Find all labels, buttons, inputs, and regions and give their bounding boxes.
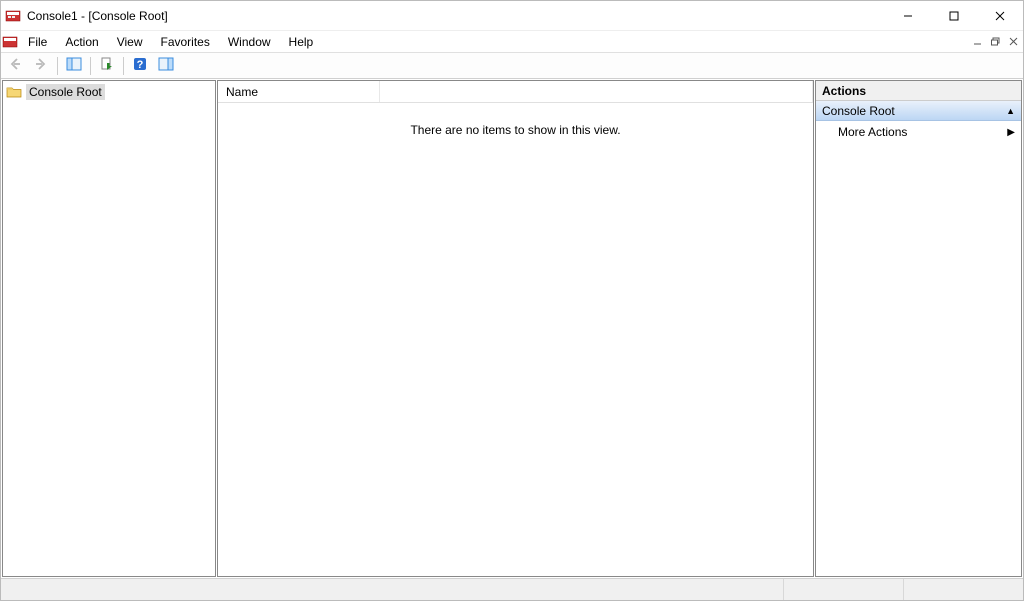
column-header-name[interactable]: Name [218,81,380,102]
tree-node-console-root[interactable]: Console Root [3,83,215,101]
menubar-row: File Action View Favorites Window Help [1,31,1023,53]
show-hide-tree-button[interactable] [62,55,86,77]
tree-pane-icon [66,57,82,74]
status-segment-2 [783,579,903,600]
toolbar-separator [90,57,91,75]
list-header: Name [218,81,813,103]
arrow-right-icon [34,57,48,74]
action-item-label: More Actions [838,125,907,139]
mmc-window: Console1 - [Console Root] File Action Vi… [0,0,1024,601]
actions-pane-title: Actions [816,81,1021,101]
content-area: Console Root Name There are no items to … [1,79,1023,578]
mdi-close-button[interactable] [1005,34,1021,50]
menu-favorites[interactable]: Favorites [152,33,219,51]
mdi-restore-button[interactable] [987,34,1003,50]
menu-window[interactable]: Window [219,33,280,51]
folder-icon [6,84,22,100]
help-icon: ? [133,57,147,74]
mdi-doc-icon[interactable] [1,31,19,52]
empty-list-message: There are no items to show in this view. [410,123,620,137]
actions-section-label: Console Root [822,104,895,118]
window-title: Console1 - [Console Root] [27,9,168,23]
svg-text:?: ? [137,59,144,71]
action-pane-icon [158,57,174,74]
column-header-spacer [380,81,813,102]
menu-view[interactable]: View [108,33,152,51]
menu-action[interactable]: Action [56,33,107,51]
status-segment-3 [903,579,1023,600]
statusbar [1,578,1023,600]
menubar: File Action View Favorites Window Help [19,31,322,52]
menu-help[interactable]: Help [280,33,323,51]
actions-pane: Actions Console Root ▲ More Actions ▶ [815,80,1022,577]
console-tree-pane[interactable]: Console Root [2,80,216,577]
action-more-actions[interactable]: More Actions ▶ [816,121,1021,143]
tree-node-label: Console Root [26,84,105,100]
export-icon [100,57,114,74]
show-hide-action-pane-button[interactable] [154,55,178,77]
mdi-minimize-button[interactable] [969,34,985,50]
mmc-app-icon [5,8,21,24]
status-segment-main [1,579,783,600]
menu-file[interactable]: File [19,33,56,51]
back-button[interactable] [3,55,27,77]
chevron-right-icon: ▶ [1007,127,1015,138]
toolbar: ? [1,53,1023,79]
close-button[interactable] [977,1,1023,31]
result-list-pane[interactable]: Name There are no items to show in this … [217,80,814,577]
titlebar[interactable]: Console1 - [Console Root] [1,1,1023,31]
actions-section-header[interactable]: Console Root ▲ [816,101,1021,121]
toolbar-separator [57,57,58,75]
list-body[interactable]: There are no items to show in this view. [218,103,813,576]
minimize-button[interactable] [885,1,931,31]
export-list-button[interactable] [95,55,119,77]
maximize-button[interactable] [931,1,977,31]
forward-button[interactable] [29,55,53,77]
mdi-controls [967,31,1023,52]
arrow-left-icon [8,57,22,74]
help-button[interactable]: ? [128,55,152,77]
collapse-up-icon: ▲ [1006,106,1015,116]
toolbar-separator [123,57,124,75]
